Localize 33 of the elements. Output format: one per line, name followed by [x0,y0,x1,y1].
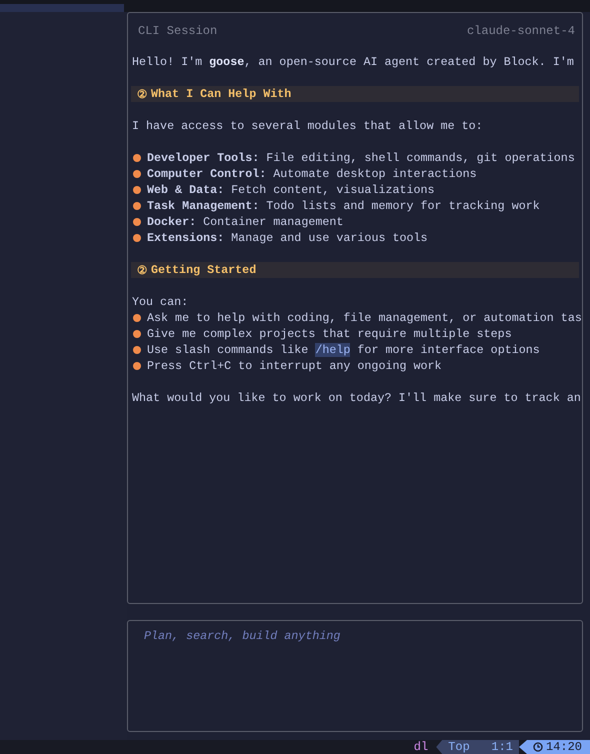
prompt-input[interactable]: Plan, search, build anything [127,620,583,732]
message-text: I have access to several modules that allow me to: [132,119,483,133]
bullet-icon [133,170,141,178]
position-indicator: Top 1:1 [436,740,519,754]
list-item-text: Computer Control: Automate desktop interactions [147,167,477,181]
bullet-icon [133,314,141,322]
bullet-icon [133,186,141,194]
list-item-text: Web & Data: Fetch content, visualizations [147,183,435,197]
message-text: What would you like to work on today? I'll make sure to track an [132,391,581,405]
list-item-text: Extensions: Manage and use various tools [147,231,428,245]
bullet-icon [133,154,141,162]
mode-indicator: dl [414,740,430,754]
message-text: Hello! I'm goose, an open-source AI agent created by Block. I'm [132,55,574,69]
panel-title: CLI Session [138,24,218,38]
list-item-text: Developer Tools: File editing, shell commands, git operations [147,151,575,165]
list-item-text: Use slash commands like /help for more interface options [147,343,540,357]
list-item-text: Press Ctrl+C to interrupt any ongoing work [147,359,442,373]
list-item-text: Ask me to help with coding, file management, or automation tas [147,311,582,325]
clock-icon [532,742,543,752]
model-name: claude-sonnet-4 [466,24,575,38]
list-item-text: Give me complex projects that require multiple steps [147,327,512,341]
message-text: You can: [132,295,188,309]
bullet-icon [133,346,141,354]
bullet-icon [133,202,141,210]
list-item-text: Docker: Container management [147,215,344,229]
section-heading: ② Getting Started [131,262,579,278]
list-item-text: Task Management: Todo lists and memory for tracking work [147,199,540,213]
section-heading: ② What I Can Help With [131,86,579,102]
bullet-icon [133,330,141,338]
clock-time: 14:20 [546,740,582,754]
bullet-icon [133,218,141,226]
bullet-icon [133,362,141,370]
bullet-icon [133,234,141,242]
